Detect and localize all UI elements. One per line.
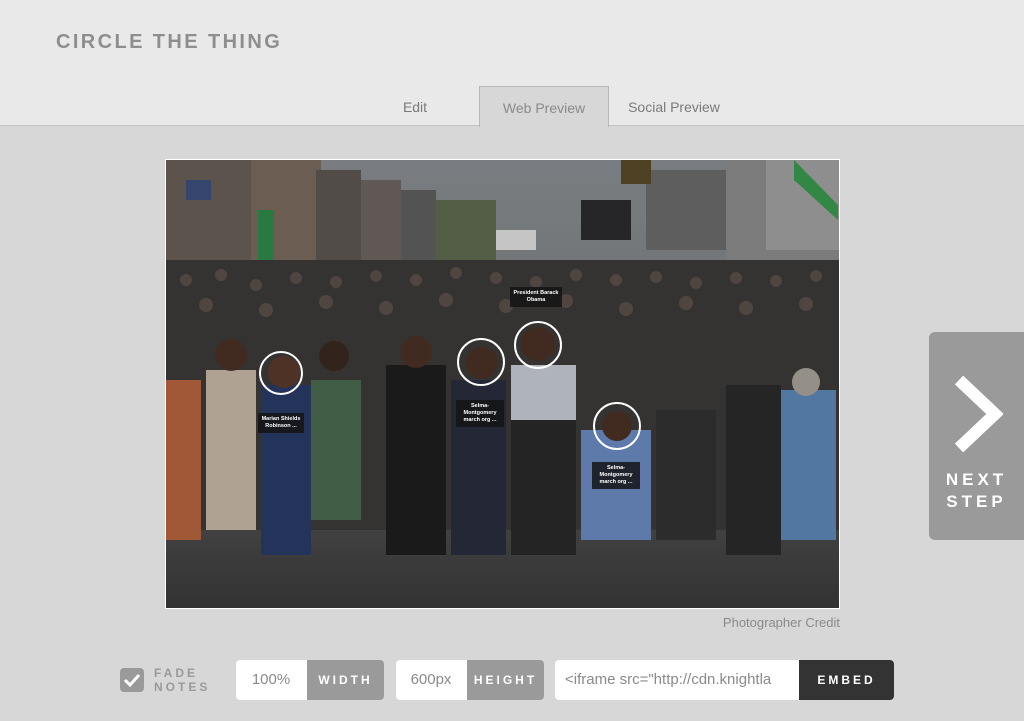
height-control: 600px HEIGHT [396, 660, 544, 700]
annotation-note: President Barack Obama [510, 287, 562, 307]
width-control: 100% WIDTH [236, 660, 384, 700]
fade-notes-checkbox[interactable] [120, 668, 144, 692]
annotation-note: Marian Shields Robinson ... [258, 413, 304, 433]
embed-button[interactable]: EMBED [799, 660, 894, 700]
annotation-circle[interactable] [457, 338, 505, 386]
fade-notes-label: FADE NOTES [154, 666, 211, 694]
annotation-circle[interactable] [514, 321, 562, 369]
tab-web-preview[interactable]: Web Preview [479, 86, 609, 127]
tab-edit[interactable]: Edit [383, 86, 447, 127]
tab-social-preview[interactable]: Social Preview [612, 86, 736, 127]
height-input[interactable]: 600px [396, 660, 466, 700]
next-step-label: NEXT STEP [945, 470, 1008, 511]
photographer-credit: Photographer Credit [722, 615, 840, 630]
width-input[interactable]: 100% [236, 660, 306, 700]
width-button[interactable]: WIDTH [307, 660, 384, 700]
photo-preview: Marian Shields Robinson ... Selma- Montg… [165, 159, 840, 609]
annotation-note: Selma- Montgomery march org ... [456, 400, 504, 427]
chevron-right-icon [954, 375, 1003, 453]
annotation-circle[interactable] [259, 351, 303, 395]
annotation-note: Selma- Montgomery march org ... [592, 462, 640, 489]
height-button[interactable]: HEIGHT [467, 660, 544, 700]
header-bar: CIRCLE THE THING Edit Web Preview Social… [0, 0, 1024, 127]
annotation-circle[interactable] [593, 402, 641, 450]
checkmark-icon [123, 673, 141, 688]
embed-code-input[interactable]: <iframe src="http://cdn.knightla [555, 660, 798, 700]
app-title: CIRCLE THE THING [56, 31, 283, 53]
next-step-button[interactable]: NEXT STEP [929, 332, 1024, 540]
embed-control: <iframe src="http://cdn.knightla EMBED [555, 660, 894, 700]
